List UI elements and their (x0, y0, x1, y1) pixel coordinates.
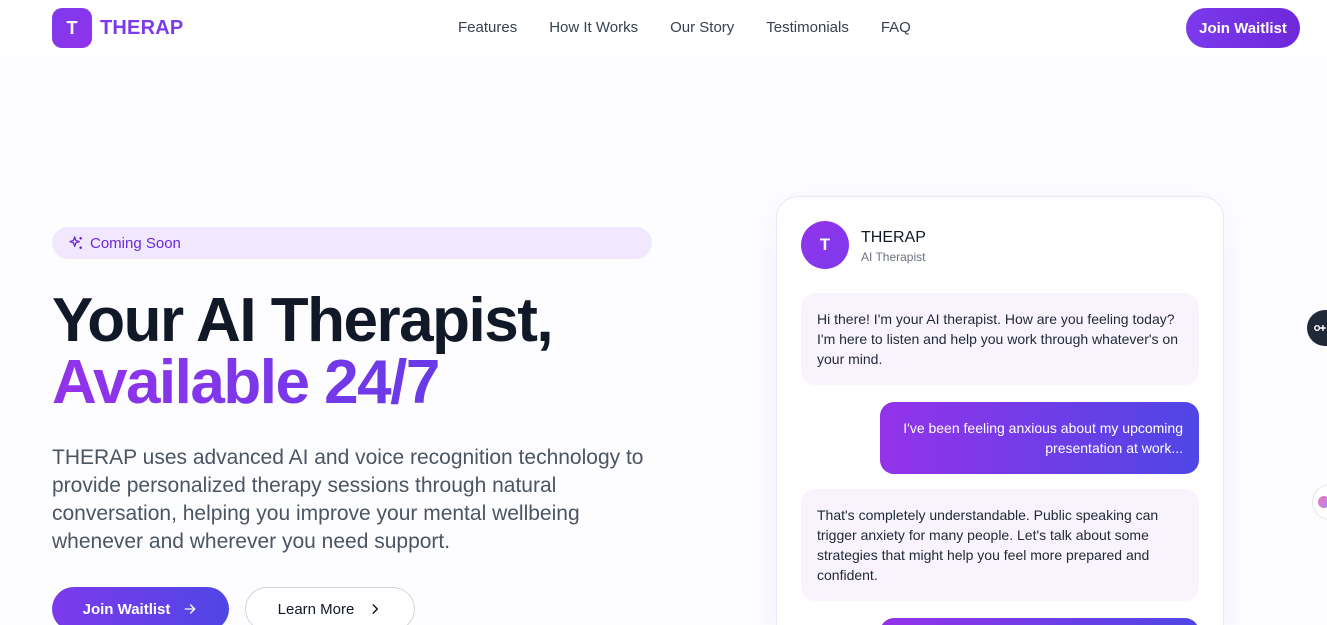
logo-mark: T (52, 8, 92, 48)
hero-title-line-1: Your AI Therapist, (52, 286, 554, 355)
chat-preview-card: T THERAP AI Therapist Hi there! I'm your… (776, 196, 1224, 625)
toggle-icon (1314, 324, 1326, 332)
therapist-avatar: T (801, 221, 849, 269)
badge-label: Coming Soon (90, 234, 181, 252)
nav-link-our-story[interactable]: Our Story (670, 19, 734, 37)
therapist-role: AI Therapist (861, 250, 926, 264)
hero-join-waitlist-label: Join Waitlist (82, 600, 171, 618)
nav-link-testimonials[interactable]: Testimonials (766, 19, 849, 37)
nav-link-faq[interactable]: FAQ (881, 19, 911, 37)
chevron-right-icon (372, 604, 379, 614)
hero-title-line-2: Available 24/7 (52, 352, 552, 414)
floating-assistant-widget[interactable] (1312, 484, 1327, 520)
brand-logo[interactable]: T THERAP (52, 8, 183, 48)
main-nav: Features How It Works Our Story Testimon… (458, 19, 943, 37)
header-join-waitlist-button[interactable]: Join Waitlist (1186, 8, 1300, 48)
chat-message-ai: Hi there! I'm your AI therapist. How are… (801, 293, 1199, 385)
chat-message-user-partial (880, 618, 1199, 625)
learn-more-label: Learn More (277, 600, 355, 618)
learn-more-button[interactable]: Learn More (245, 587, 415, 625)
hero-join-waitlist-button[interactable]: Join Waitlist (52, 587, 229, 625)
chat-message-user: I've been feeling anxious about my upcom… (880, 402, 1199, 474)
assistant-orb-icon (1318, 496, 1327, 508)
arrow-right-icon (185, 604, 196, 614)
sparkles-icon (69, 236, 82, 249)
chat-message-ai: That's completely understandable. Public… (801, 489, 1199, 601)
nav-link-features[interactable]: Features (458, 19, 517, 37)
floating-toolbar-widget[interactable] (1307, 310, 1327, 346)
site-header: T THERAP Features How It Works Our Story… (0, 0, 1327, 56)
brand-name: THERAP (100, 16, 184, 39)
hero-title: Your AI Therapist, Available 24/7 (52, 290, 554, 414)
therapist-name: THERAP (861, 229, 926, 246)
nav-link-how-it-works[interactable]: How It Works (549, 19, 638, 37)
hero-description: THERAP uses advanced AI and voice recogn… (52, 446, 644, 553)
coming-soon-badge: Coming Soon (52, 227, 652, 259)
